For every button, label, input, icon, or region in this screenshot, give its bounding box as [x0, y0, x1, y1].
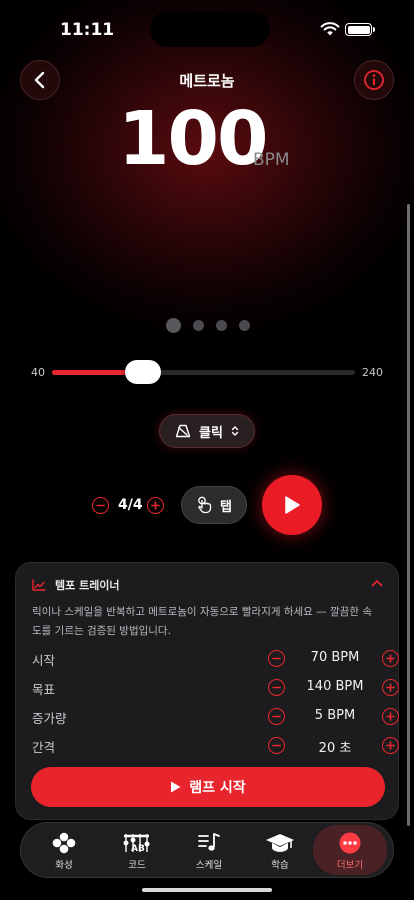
plus-icon — [386, 741, 395, 750]
minus-icon — [272, 657, 281, 660]
time-signature-decrease-button[interactable] — [92, 497, 109, 514]
bpm-value: 100 — [118, 96, 268, 182]
tempo-trainer-title: 템포 트레이너 — [55, 579, 120, 592]
start-increase-button[interactable] — [382, 650, 399, 667]
target-increase-button[interactable] — [382, 679, 399, 696]
music-note-list-icon — [198, 833, 220, 851]
slider-min-label: 40 — [31, 366, 45, 379]
tempo-trainer-description: 릭이나 스케일을 반복하고 메트로놈이 자동으로 빨라지게 하세요 — 깔끔한 … — [32, 606, 372, 637]
tempo-slider-track[interactable] — [52, 370, 355, 375]
plus-icon — [151, 501, 160, 510]
param-label: 간격 — [32, 740, 56, 755]
chevron-up-icon — [371, 580, 383, 587]
target-decrease-button[interactable] — [268, 679, 285, 696]
interval-increase-button[interactable] — [382, 737, 399, 754]
beat-dot — [216, 320, 227, 331]
plus-icon — [386, 654, 395, 663]
sound-label: 클릭 — [199, 425, 223, 441]
tab-label: 더보기 — [336, 860, 364, 871]
info-icon — [364, 70, 384, 90]
play-icon — [171, 781, 181, 793]
more-icon — [339, 832, 361, 854]
tab-scales[interactable]: 스케일 — [172, 825, 246, 875]
tab-label: 학습 — [271, 860, 289, 871]
param-value: 70 BPM — [310, 650, 360, 665]
info-button[interactable] — [354, 60, 394, 100]
slider-max-label: 240 — [362, 366, 383, 379]
minus-icon — [272, 715, 281, 718]
minus-icon — [272, 744, 281, 747]
ramp-start-label: 램프 시작 — [189, 780, 246, 796]
tab-more[interactable]: 더보기 — [313, 825, 387, 875]
tempo-trainer-card: 템포 트레이너 릭이나 스케일을 반복하고 메트로놈이 자동으로 빨라지게 하세… — [15, 562, 399, 820]
tempo-trainer-header[interactable]: 템포 트레이너 — [32, 577, 120, 593]
tab-harmony[interactable]: 화성 — [27, 825, 101, 875]
tap-label: 탭 — [220, 499, 232, 515]
metronome-screen: 11:11 메트로놈 100 BPM 40 240 클릭 4/4 탭 템포 트레… — [0, 0, 414, 900]
param-value: 5 BPM — [314, 708, 356, 723]
scroll-indicator[interactable] — [407, 204, 410, 826]
battery-icon — [345, 23, 375, 36]
param-row-start: 시작 70 BPM — [32, 648, 399, 670]
ramp-start-button[interactable]: 램프 시작 — [31, 767, 385, 807]
svg-text:AB: AB — [131, 844, 145, 854]
plus-icon — [386, 712, 395, 721]
param-row-interval: 간격 20 초 — [32, 735, 399, 757]
start-decrease-button[interactable] — [268, 650, 285, 667]
tempo-slider-thumb[interactable] — [124, 360, 161, 384]
time-signature-increase-button[interactable] — [147, 497, 164, 514]
wifi-icon — [320, 22, 340, 36]
param-label: 증가량 — [32, 711, 67, 726]
dynamic-island — [150, 11, 270, 47]
param-value: 20 초 — [318, 741, 352, 756]
minus-icon — [96, 504, 105, 507]
hand-tap-icon — [198, 496, 212, 514]
collapse-button[interactable] — [370, 575, 384, 594]
param-label: 시작 — [32, 653, 56, 668]
beat-dot — [166, 318, 181, 333]
tap-tempo-button[interactable]: 탭 — [181, 486, 247, 524]
param-row-target: 목표 140 BPM — [32, 677, 399, 699]
tab-label: 스케일 — [195, 860, 223, 871]
page-title: 메트로놈 — [179, 72, 235, 90]
increment-decrease-button[interactable] — [268, 708, 285, 725]
increment-increase-button[interactable] — [382, 708, 399, 725]
beat-indicator — [166, 318, 250, 333]
beat-dot — [239, 320, 250, 331]
param-label: 목표 — [32, 682, 56, 697]
beat-dot — [193, 320, 204, 331]
trend-chart-icon — [32, 579, 46, 591]
bpm-unit: BPM — [253, 150, 290, 170]
tab-learn[interactable]: 학습 — [243, 825, 317, 875]
guitar-chord-icon: AB — [123, 834, 150, 854]
play-button[interactable] — [262, 475, 322, 535]
graduation-cap-icon — [266, 834, 294, 852]
tab-chords[interactable]: AB 코드 — [100, 825, 174, 875]
play-icon — [285, 496, 300, 514]
chord-circles-icon — [52, 832, 76, 854]
interval-decrease-button[interactable] — [268, 737, 285, 754]
minus-icon — [272, 686, 281, 689]
sound-selector[interactable]: 클릭 — [159, 414, 255, 448]
time-signature-value: 4/4 — [118, 497, 143, 513]
plus-icon — [386, 683, 395, 692]
status-bar: 11:11 — [0, 0, 414, 54]
tab-bar: 화성 AB 코드 스케일 학습 더보기 — [20, 822, 394, 878]
home-indicator[interactable] — [142, 888, 272, 892]
tab-label: 화성 — [55, 860, 73, 871]
param-row-increment: 증가량 5 BPM — [32, 706, 399, 728]
param-value: 140 BPM — [306, 679, 364, 694]
tab-label: 코드 — [128, 860, 146, 871]
chevron-up-down-icon — [231, 426, 239, 436]
metronome-icon — [175, 424, 191, 438]
status-time: 11:11 — [60, 20, 115, 40]
